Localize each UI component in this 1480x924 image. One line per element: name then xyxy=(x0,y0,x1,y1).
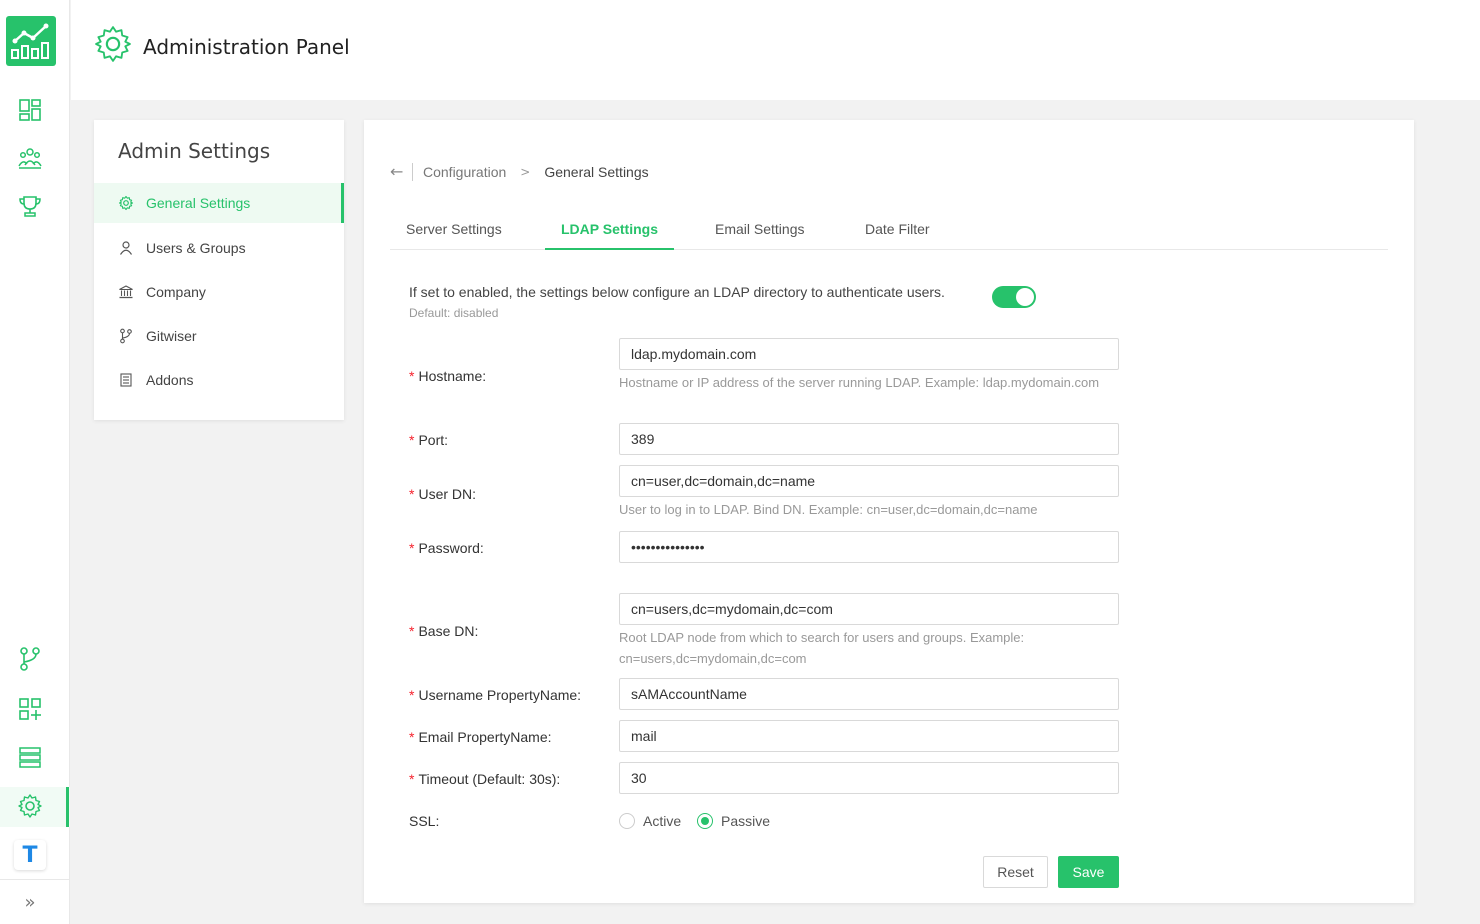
team-icon[interactable] xyxy=(17,145,43,171)
required-mark: * xyxy=(409,368,415,384)
ldap-default-note: Default: disabled xyxy=(409,306,499,320)
required-mark: * xyxy=(409,432,415,448)
user-dn-input[interactable]: cn=user,dc=domain,dc=name xyxy=(619,465,1119,497)
menu-label: Gitwiser xyxy=(146,328,197,344)
label-text: Hostname: xyxy=(418,368,487,384)
breadcrumb: ← Configuration > General Settings xyxy=(390,162,649,181)
required-mark: * xyxy=(409,687,415,703)
menu-item-gitwiser[interactable]: Gitwiser xyxy=(94,316,344,356)
save-button[interactable]: Save xyxy=(1058,856,1119,888)
admin-settings-menu: Admin Settings General Settings Users & … xyxy=(94,120,344,420)
required-mark: * xyxy=(409,623,415,639)
breadcrumb-separator: > xyxy=(520,164,531,179)
back-arrow-icon[interactable]: ← xyxy=(390,162,406,181)
toggle-knob xyxy=(1016,288,1034,306)
git-branch-icon[interactable] xyxy=(17,646,43,672)
required-mark: * xyxy=(409,771,415,787)
timeout-label: * Timeout (Default: 30s): xyxy=(409,771,560,787)
ssl-option-passive[interactable]: Passive xyxy=(697,813,770,829)
breadcrumb-parent[interactable]: Configuration xyxy=(423,164,506,180)
reset-button[interactable]: Reset xyxy=(983,856,1048,888)
settings-nav-indicator xyxy=(66,787,69,827)
server-icon[interactable] xyxy=(17,744,43,770)
timeout-input[interactable]: 30 xyxy=(619,762,1119,794)
base-dn-hint: Root LDAP node from which to search for … xyxy=(619,630,1025,666)
ldap-intro-text: If set to enabled, the settings below co… xyxy=(409,284,945,300)
hostname-hint: Hostname or IP address of the server run… xyxy=(619,375,1100,390)
settings-gear-icon[interactable] xyxy=(17,793,43,819)
email-property-input[interactable]: mail xyxy=(619,720,1119,752)
menu-label: Company xyxy=(146,284,206,300)
breadcrumb-divider xyxy=(412,162,413,181)
port-input[interactable]: 389 xyxy=(619,423,1119,455)
gear-icon xyxy=(118,195,134,211)
tab-date-filter[interactable]: Date Filter xyxy=(849,212,946,250)
port-label: * Port: xyxy=(409,432,448,448)
menu-label: Addons xyxy=(146,372,194,388)
required-mark: * xyxy=(409,540,415,556)
expand-sidebar-icon[interactable]: » xyxy=(20,893,40,913)
label-text: Timeout (Default: 30s): xyxy=(418,771,561,787)
radio-label: Passive xyxy=(721,813,771,829)
menu-label: General Settings xyxy=(146,195,251,211)
required-mark: * xyxy=(409,486,415,502)
user-icon xyxy=(118,240,134,256)
list-icon xyxy=(118,372,134,388)
analytics-logo-icon[interactable] xyxy=(6,16,56,66)
username-property-label: * Username PropertyName: xyxy=(409,687,581,703)
radio-circle xyxy=(619,813,635,829)
hostname-input[interactable]: ldap.mydomain.com xyxy=(619,338,1119,370)
menu-item-company[interactable]: Company xyxy=(94,272,344,312)
t-app-icon[interactable]: T xyxy=(14,840,46,870)
label-text: User DN: xyxy=(418,486,477,502)
bank-icon xyxy=(118,284,134,300)
password-input[interactable]: ••••••••••••••• xyxy=(619,531,1119,563)
ldap-enable-toggle[interactable] xyxy=(992,286,1036,308)
ssl-option-active[interactable]: Active xyxy=(619,813,681,829)
add-module-icon[interactable] xyxy=(17,696,43,722)
app-rail: T » xyxy=(0,0,70,924)
base-dn-input[interactable]: cn=users,dc=mydomain,dc=com xyxy=(619,593,1119,625)
user-dn-label: * User DN: xyxy=(409,486,476,502)
label-text: Username PropertyName: xyxy=(418,687,582,703)
tab-email-settings[interactable]: Email Settings xyxy=(699,212,820,250)
dashboard-icon[interactable] xyxy=(17,97,43,123)
username-property-input[interactable]: sAMAccountName xyxy=(619,678,1119,710)
user-dn-hint: User to log in to LDAP. Bind DN. Example… xyxy=(619,502,1038,517)
menu-item-addons[interactable]: Addons xyxy=(94,360,344,400)
tab-ldap-settings[interactable]: LDAP Settings xyxy=(545,212,674,250)
settings-tabs: Server Settings LDAP Settings Email Sett… xyxy=(390,212,1388,250)
required-mark: * xyxy=(409,729,415,745)
hostname-label: * Hostname: xyxy=(409,368,486,384)
menu-item-general-settings[interactable]: General Settings xyxy=(94,183,344,223)
base-dn-label: * Base DN: xyxy=(409,623,478,639)
breadcrumb-current: General Settings xyxy=(544,163,649,180)
email-property-label: * Email PropertyName: xyxy=(409,729,552,745)
menu-label: Users & Groups xyxy=(146,240,246,256)
label-text: Port: xyxy=(418,432,449,448)
password-label: * Password: xyxy=(409,540,484,556)
rail-divider xyxy=(0,879,70,880)
label-text: Base DN: xyxy=(418,623,479,639)
page-title: Administration Panel xyxy=(143,35,350,59)
radio-circle-checked xyxy=(697,813,713,829)
branch-icon xyxy=(118,328,134,344)
label-text: Password: xyxy=(418,540,484,556)
label-text: Email PropertyName: xyxy=(418,729,552,745)
radio-label: Active xyxy=(643,813,682,829)
ssl-label: SSL: xyxy=(409,813,440,829)
tab-server-settings[interactable]: Server Settings xyxy=(390,212,518,250)
admin-gear-icon xyxy=(93,24,133,64)
top-header: Administration Panel xyxy=(71,0,1480,100)
settings-card: ← Configuration > General Settings Serve… xyxy=(364,120,1414,903)
admin-settings-heading: Admin Settings xyxy=(118,139,271,163)
menu-item-users-groups[interactable]: Users & Groups xyxy=(94,228,344,268)
trophy-icon[interactable] xyxy=(17,193,43,219)
